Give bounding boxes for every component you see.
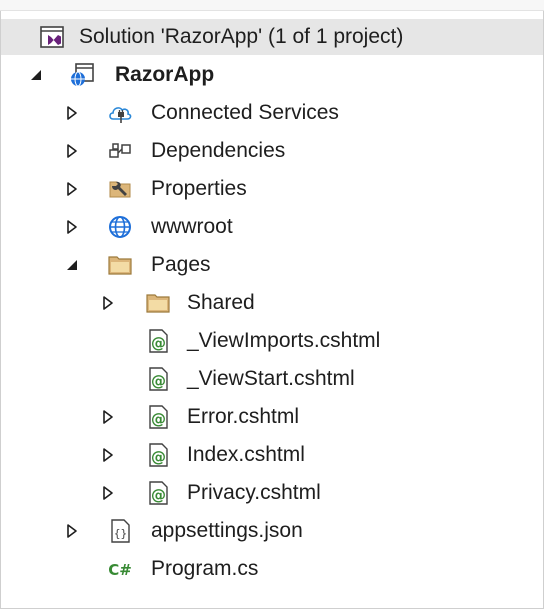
svg-text:@: @ xyxy=(151,486,166,504)
folder-icon xyxy=(145,290,171,316)
svg-text:{}: {} xyxy=(114,527,127,540)
csharp-file-icon: C# xyxy=(107,556,133,582)
tree-item-wwwroot[interactable]: wwwroot xyxy=(1,209,543,245)
svg-text:@: @ xyxy=(151,448,166,466)
project-label: RazorApp xyxy=(115,63,215,86)
collapsed-arrow-icon[interactable] xyxy=(101,295,115,311)
solution-label: Solution 'RazorApp' (1 of 1 project) xyxy=(79,25,404,48)
tree-item-shared[interactable]: Shared xyxy=(1,285,543,321)
shared-label: Shared xyxy=(187,291,255,314)
razor-file-icon: @ xyxy=(145,404,171,430)
collapsed-arrow-icon[interactable] xyxy=(65,181,79,197)
tree-item-project[interactable]: RazorApp xyxy=(1,57,543,93)
expanded-arrow-icon[interactable] xyxy=(29,67,43,83)
dependencies-label: Dependencies xyxy=(151,139,286,162)
viewimports-label: _ViewImports.cshtml xyxy=(187,329,381,352)
tree-item-connected-services[interactable]: Connected Services xyxy=(1,95,543,131)
tree-item-appsettings[interactable]: {} appsettings.json xyxy=(1,513,543,549)
pages-label: Pages xyxy=(151,253,211,276)
razor-file-icon: @ xyxy=(145,366,171,392)
wwwroot-label: wwwroot xyxy=(151,215,233,238)
collapsed-arrow-icon[interactable] xyxy=(101,409,115,425)
razor-file-icon: @ xyxy=(145,442,171,468)
tree-item-privacy[interactable]: @ Privacy.cshtml xyxy=(1,475,543,511)
program-label: Program.cs xyxy=(151,557,259,580)
tree-item-dependencies[interactable]: Dependencies xyxy=(1,133,543,169)
collapsed-arrow-icon[interactable] xyxy=(65,219,79,235)
error-label: Error.cshtml xyxy=(187,405,300,428)
dependencies-icon xyxy=(107,138,133,164)
cloud-plug-icon xyxy=(107,100,133,126)
viewstart-label: _ViewStart.cshtml xyxy=(187,367,355,390)
svg-text:@: @ xyxy=(151,334,166,352)
razor-file-icon: @ xyxy=(145,480,171,506)
collapsed-arrow-icon[interactable] xyxy=(65,523,79,539)
tree-item-properties[interactable]: Properties xyxy=(1,171,543,207)
collapsed-arrow-icon[interactable] xyxy=(101,447,115,463)
properties-wrench-icon xyxy=(107,176,133,202)
folder-icon xyxy=(107,252,133,278)
tree-item-index[interactable]: @ Index.cshtml xyxy=(1,437,543,473)
razor-file-icon: @ xyxy=(145,328,171,354)
svg-text:C#: C# xyxy=(108,561,132,579)
tree-item-viewimports[interactable]: @ _ViewImports.cshtml xyxy=(1,323,543,359)
collapsed-arrow-icon[interactable] xyxy=(65,105,79,121)
tree-item-viewstart[interactable]: @ _ViewStart.cshtml xyxy=(1,361,543,397)
panel-top-border xyxy=(0,0,544,11)
solution-icon xyxy=(39,24,65,50)
globe-icon xyxy=(107,214,133,240)
collapsed-arrow-icon[interactable] xyxy=(65,143,79,159)
privacy-label: Privacy.cshtml xyxy=(187,481,321,504)
collapsed-arrow-icon[interactable] xyxy=(101,485,115,501)
web-project-icon xyxy=(69,62,95,88)
tree-item-error[interactable]: @ Error.cshtml xyxy=(1,399,543,435)
expanded-arrow-icon[interactable] xyxy=(65,257,79,273)
connected-services-label: Connected Services xyxy=(151,101,339,124)
index-label: Index.cshtml xyxy=(187,443,305,466)
appsettings-label: appsettings.json xyxy=(151,519,303,542)
tree-item-solution[interactable]: Solution 'RazorApp' (1 of 1 project) xyxy=(1,19,543,55)
json-file-icon: {} xyxy=(107,518,133,544)
svg-text:@: @ xyxy=(151,410,166,428)
tree-item-program[interactable]: C# Program.cs xyxy=(1,551,543,587)
properties-label: Properties xyxy=(151,177,247,200)
tree-item-pages[interactable]: Pages xyxy=(1,247,543,283)
svg-text:@: @ xyxy=(151,372,166,390)
